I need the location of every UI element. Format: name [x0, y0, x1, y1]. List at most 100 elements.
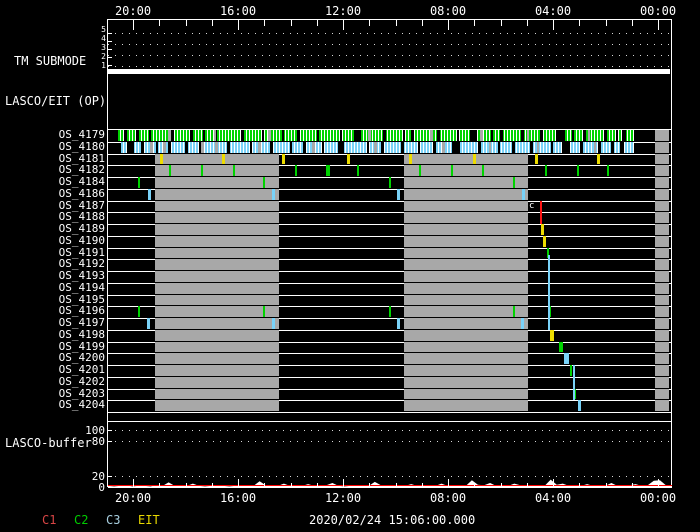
event-tick-yellow — [543, 236, 546, 247]
gray-band — [404, 306, 528, 317]
gray-band — [155, 165, 279, 176]
gray-band — [155, 306, 279, 317]
gray-band — [155, 259, 279, 270]
barcode-gap — [604, 130, 607, 141]
top-axis-tick — [133, 20, 134, 30]
cascade-line-cyan — [573, 365, 575, 400]
gray-band — [404, 295, 528, 305]
top-axis-tick — [186, 20, 187, 26]
gray-band — [655, 189, 669, 200]
legend-item-c2: C2 — [74, 513, 89, 527]
event-tick-yellow — [535, 154, 538, 164]
barcode-gap — [367, 142, 369, 153]
gray-band — [155, 400, 279, 411]
barcode-gray-mark — [527, 130, 529, 141]
gray-band — [404, 342, 528, 352]
gray-band — [404, 318, 528, 329]
barcode-gray-mark — [163, 142, 166, 153]
event-tick-green — [389, 306, 391, 317]
gray-band — [155, 177, 279, 188]
top-axis-tick — [474, 20, 475, 26]
event-tick-green — [513, 177, 515, 188]
gray-band — [655, 165, 669, 176]
legend-item-c3: C3 — [106, 513, 121, 527]
event-tick-green — [233, 165, 235, 176]
barcode-gray-mark — [201, 142, 204, 153]
cascade-line-cyan — [548, 255, 550, 330]
buffer-ytick-label: 0 — [98, 481, 105, 494]
barcode-gap — [282, 130, 284, 141]
event-tick-green — [513, 306, 515, 317]
barcode-gap — [403, 130, 405, 141]
gray-band — [155, 295, 279, 305]
top-axis-tick — [658, 20, 659, 30]
bottom-axis-tick — [291, 483, 292, 487]
gray-band — [404, 201, 528, 211]
bottom-axis-tick — [159, 483, 160, 487]
barcode-gap — [611, 142, 614, 153]
gray-band — [655, 177, 669, 188]
bottom-axis-tick — [553, 479, 554, 487]
bottom-axis-tick — [606, 483, 607, 487]
gray-band — [155, 224, 279, 235]
event-tick-green — [169, 165, 171, 176]
tm-ytick — [108, 41, 112, 42]
bottom-axis-tick — [658, 479, 659, 487]
tm-ytick-label: 2 — [101, 52, 106, 61]
gray-band — [404, 236, 528, 247]
buffer-bottom-border — [108, 487, 672, 488]
gray-band — [655, 295, 669, 305]
buffer-red-line — [108, 485, 672, 486]
row-separator — [108, 412, 672, 413]
event-tick-green — [389, 177, 391, 188]
gray-band — [155, 212, 279, 223]
bottom-axis-tick — [579, 483, 580, 487]
barcode-gap — [149, 130, 151, 141]
row-label: OS_4204 — [58, 398, 105, 411]
barcode-gap — [227, 142, 230, 153]
gray-band — [155, 271, 279, 282]
barcode-gap — [401, 142, 404, 153]
gray-band — [655, 342, 669, 352]
gray-band — [155, 236, 279, 247]
barcode-gap — [498, 142, 500, 153]
barcode-gray-mark — [489, 142, 491, 153]
barcode-gap — [540, 130, 543, 141]
barcode-gap — [530, 142, 533, 153]
gray-band — [404, 177, 528, 188]
gray-band — [155, 342, 279, 352]
barcode-gap — [452, 142, 460, 153]
bottom-axis-tick — [422, 483, 423, 487]
gray-band — [404, 271, 528, 282]
bottom-axis-tick — [317, 483, 318, 487]
gray-band — [404, 283, 528, 294]
gray-band — [404, 330, 528, 341]
bottom-axis-tick-label: 08:00 — [429, 491, 467, 505]
bottom-axis-tick — [632, 483, 633, 487]
top-axis-tick — [606, 20, 607, 26]
buffer-ytick — [108, 487, 112, 488]
telemetry-screen: TM SUBMODE LASCO/EIT (OP) LASCO-buffer 2… — [0, 0, 700, 532]
gray-band — [404, 400, 528, 411]
tm-ytick-label: 1 — [101, 61, 106, 70]
event-tick-green — [263, 306, 265, 317]
barcode-gap — [354, 130, 361, 141]
tm-ytick-label: 5 — [101, 25, 106, 34]
bottom-axis-tick-label: 00:00 — [639, 491, 677, 505]
event-tick-green — [326, 165, 330, 176]
bottom-axis-tick — [343, 479, 344, 487]
event-tick-cyan — [147, 318, 150, 329]
gray-band — [404, 377, 528, 388]
barcode-gap — [156, 142, 158, 153]
gray-band — [155, 154, 279, 164]
barcode-gray-mark — [480, 130, 483, 141]
top-axis-tick — [553, 20, 554, 30]
bottom-axis-tick-label: 16:00 — [219, 491, 257, 505]
barcode-gray-mark — [215, 142, 218, 153]
barcode-gap — [411, 130, 414, 141]
gray-band — [655, 154, 669, 164]
tm-gridline — [108, 33, 672, 34]
barcode-gap — [383, 130, 386, 141]
bottom-axis-tick — [264, 483, 265, 487]
event-tick-green — [419, 165, 421, 176]
